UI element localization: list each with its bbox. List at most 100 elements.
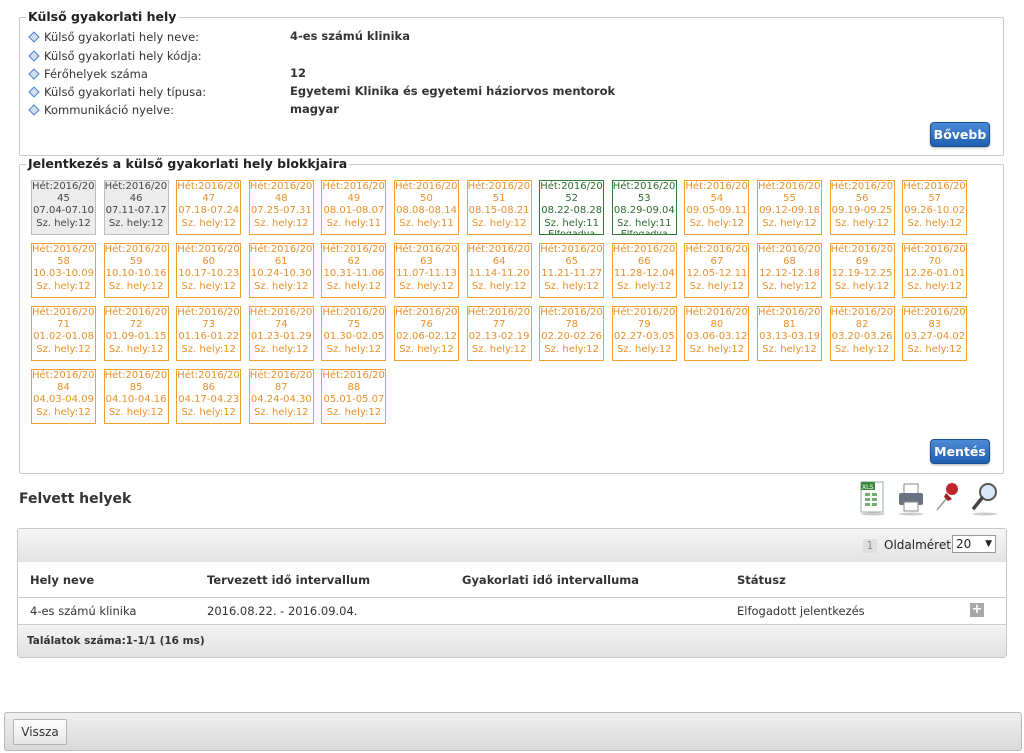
week-block[interactable]: Hét:2016/20174707.18-07.24Sz. hely:12 (176, 180, 242, 235)
week-number: 83 (928, 319, 942, 331)
week-number: 49 (347, 193, 361, 205)
week-number: 84 (57, 382, 70, 394)
week-block[interactable]: Hét:2016/20178203.20-03.26Sz. hely:12 (829, 306, 895, 361)
week-block[interactable]: Hét:2016/2017-8805.01-05.07Sz. hely:12 (321, 369, 387, 424)
chevron-down-icon: ▼ (985, 539, 992, 549)
week-heading: Hét:2016/2017 (467, 181, 531, 192)
week-dates: 05.01-05.07 (323, 394, 385, 406)
back-button[interactable]: Vissza (13, 719, 67, 745)
week-seats: Sz. hely:12 (617, 280, 672, 292)
week-heading: Hét:2016/2017 (104, 307, 168, 318)
week-block[interactable]: Hét:2016/20176712.05-12.11Sz. hely:12 (684, 243, 750, 298)
week-block[interactable]: Hét:2016/20176411.14-11.20Sz. hely:12 (466, 243, 532, 298)
excel-export-icon[interactable]: XLS (858, 480, 888, 516)
week-heading: Hét:2016/2017 (32, 370, 95, 381)
week-dates: 08.22-08.28 (541, 205, 603, 217)
page-size-select[interactable]: 20 ▼ (952, 535, 996, 553)
week-block[interactable]: Hét:2016/20175108.15-08.21Sz. hely:12 (466, 180, 532, 235)
week-dates: 01.02-01.08 (33, 331, 94, 343)
week-seats: Sz. hely:12 (834, 217, 890, 229)
week-block[interactable]: Hét:2016/20178504.10-04.16Sz. hely:12 (103, 369, 169, 424)
week-dates: 10.24-10.30 (250, 268, 312, 280)
week-dates: 08.08-08.14 (396, 205, 457, 217)
week-block[interactable]: Hét:2016/2017-8303.27-04.02Sz. hely:12 (902, 306, 968, 361)
week-block[interactable]: Hét:2016/20175409.05-09.11Sz. hely:12 (684, 180, 750, 235)
week-block[interactable]: Hét:2016/20178103.13-03.19Sz. hely:12 (757, 306, 822, 361)
column-header-name[interactable]: Hely neve (30, 573, 94, 587)
column-header-planned[interactable]: Tervezett idő intervallum (207, 573, 370, 587)
week-block[interactable]: Hét:2016/20177702.13-02.19Sz. hely:12 (466, 306, 532, 361)
week-seats: Sz. hely:12 (254, 280, 309, 292)
week-block[interactable]: Hét:2016/20177602.06-02.12Sz. hely:12 (394, 306, 459, 361)
week-dates: 08.29-09.04 (613, 205, 675, 217)
week-block[interactable]: Hét:2016/2017-5709.26-10.02Sz. hely:12 (902, 180, 968, 235)
page-number[interactable]: 1 (863, 539, 877, 553)
column-header-status[interactable]: Státusz (737, 573, 786, 587)
expand-button[interactable]: Bővebb (930, 122, 990, 147)
week-heading: Hét:2016/2017 (104, 370, 168, 381)
week-seats: Sz. hely:12 (762, 280, 817, 292)
week-block[interactable]: Hét:2016/20175810.03-10.09Sz. hely:12 (31, 243, 96, 298)
print-icon[interactable] (896, 480, 926, 516)
week-heading: Hét:2016/2017 (758, 181, 821, 192)
column-header-actual[interactable]: Gyakorlati idő intervalluma (462, 573, 639, 587)
info-value-language: magyar (290, 102, 339, 116)
week-dates: 04.17-04.23 (178, 394, 240, 406)
week-block[interactable]: Hét:2016/20177501.30-02.05Sz. hely:12 (321, 306, 387, 361)
week-number: 68 (783, 256, 796, 268)
week-number: 55 (783, 193, 796, 205)
week-block[interactable]: Hét:2016/20176110.24-10.30Sz. hely:12 (248, 243, 314, 298)
week-block[interactable]: Hét:2016/20174908.01-08.07Sz. hely:11 (321, 180, 387, 235)
week-block[interactable]: Hét:2016/20178404.03-04.09Sz. hely:12 (31, 369, 96, 424)
week-seats: Sz. hely:12 (689, 343, 745, 355)
week-block[interactable]: Hét:2016/20176912.19-12.25Sz. hely:12 (829, 243, 895, 298)
week-block[interactable]: Hét:2016/20178003.06-03.12Sz. hely:12 (684, 306, 750, 361)
week-block[interactable]: Hét:2016/20176812.12-12.18Sz. hely:12 (757, 243, 822, 298)
week-block[interactable]: Hét:2016/20176010.17-10.23Sz. hely:12 (176, 243, 242, 298)
week-number: 48 (274, 193, 288, 205)
week-block[interactable]: Hét:2016/20178604.17-04.23Sz. hely:12 (176, 369, 242, 424)
week-block[interactable]: Hét:2016/20176611.28-12.04Sz. hely:12 (611, 243, 677, 298)
week-number: 63 (420, 256, 433, 268)
week-block[interactable]: Hét:2016/20176511.21-11.27Sz. hely:12 (539, 243, 605, 298)
week-block[interactable]: Hét:2016/20178704.24-04.30Sz. hely:12 (248, 369, 314, 424)
week-seats: Sz. hely:12 (544, 280, 599, 292)
week-block[interactable]: Hét:2016/20176311.07-11.13Sz. hely:12 (394, 243, 459, 298)
week-heading: Hét:2016/2017 (177, 181, 240, 192)
pin-icon[interactable] (933, 480, 963, 516)
week-block[interactable]: Hét:2016/20175008.08-08.14Sz. hely:11 (394, 180, 459, 235)
week-seats: Sz. hely:12 (326, 406, 382, 418)
week-block[interactable]: Hét:2016/20177802.20-02.26Sz. hely:12 (539, 306, 605, 361)
week-block[interactable]: Hét:2016/20177401.23-01.29Sz. hely:12 (248, 306, 314, 361)
week-dates: 03.20-03.26 (831, 331, 893, 343)
week-block[interactable]: Hét:2016/20174807.25-07.31Sz. hely:12 (248, 180, 314, 235)
bullet-icon (28, 30, 40, 43)
week-block[interactable]: Hét:2016/2017-7012.26-01.01Sz. hely:12 (902, 243, 968, 298)
week-dates: 03.06-03.12 (686, 331, 748, 343)
week-status: Elfogadva (613, 230, 676, 234)
week-number: 86 (202, 382, 216, 394)
week-block[interactable]: Hét:2016/20175509.12-09.18Sz. hely:12 (757, 180, 822, 235)
week-block[interactable]: Hét:2016/20175609.19-09.25Sz. hely:12 (829, 180, 895, 235)
week-block[interactable]: Hét:2016/20177101.02-01.08Sz. hely:12 (31, 306, 96, 361)
week-heading: Hét:2016/2017 (395, 181, 458, 192)
week-seats: Sz. hely:12 (907, 217, 962, 229)
expand-row-icon[interactable]: + (970, 603, 984, 617)
week-heading: Hét:2016/2017 (249, 181, 313, 192)
week-block[interactable]: Hét:2016/20177301.16-01.22Sz. hely:12 (176, 306, 242, 361)
week-block[interactable]: Hét:2016/20177902.27-03.05Sz. hely:12 (611, 306, 677, 361)
week-seats: Sz. hely:12 (36, 217, 91, 229)
results-count: Találatok száma:1-1/1 (16 ms) (27, 635, 205, 647)
table-row[interactable]: 4-es számú klinika 2016.08.22. - 2016.09… (18, 598, 1006, 623)
week-block[interactable]: Hét:2016/20176210.31-11.06Sz. hely:12 (321, 243, 387, 298)
week-dates: 11.21-11.27 (541, 268, 603, 280)
week-heading: Hét:2016/2017 (612, 307, 676, 318)
save-button[interactable]: Mentés (930, 439, 990, 464)
week-block[interactable]: Hét:2016/20177201.09-01.15Sz. hely:12 (103, 306, 169, 361)
week-dates: 10.10-10.16 (105, 268, 167, 280)
week-block[interactable]: Hét:2016/20175308.29-09.04Sz. hely:11Elf… (611, 180, 677, 235)
search-icon[interactable] (970, 480, 1000, 516)
week-dates: 07.25-07.31 (250, 205, 312, 217)
week-block[interactable]: Hét:2016/20175208.22-08.28Sz. hely:11Elf… (539, 180, 605, 235)
week-block[interactable]: Hét:2016/20175910.10-10.16Sz. hely:12 (103, 243, 169, 298)
